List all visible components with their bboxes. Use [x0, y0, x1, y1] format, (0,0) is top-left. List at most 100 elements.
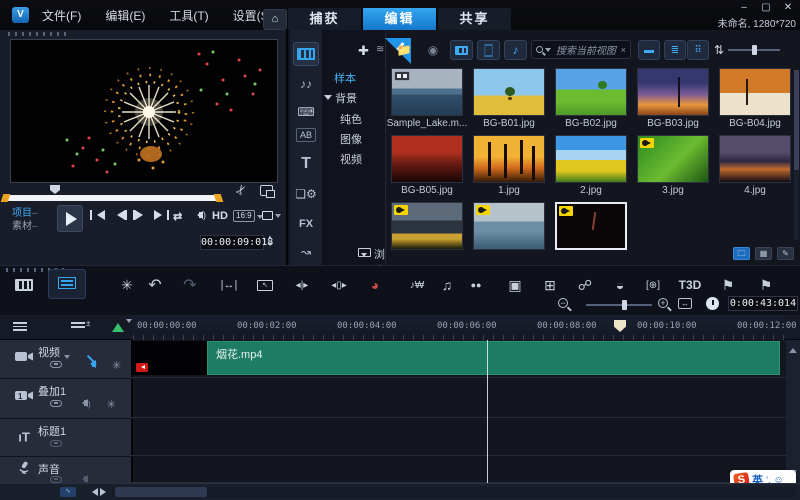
- close-icon[interactable]: ✕: [782, 2, 794, 13]
- zoom-knob[interactable]: [622, 300, 627, 310]
- scroll-right-icon[interactable]: [100, 488, 110, 496]
- sound-mixer-icon[interactable]: ♪₩: [405, 274, 429, 296]
- 360-video-icon[interactable]: [⊕]: [641, 274, 665, 296]
- tree-item-image[interactable]: 图像: [340, 131, 362, 147]
- track-video-content[interactable]: 烟花.mp4: [133, 340, 785, 377]
- library-item[interactable]: [468, 202, 550, 252]
- library-scrollbar[interactable]: [794, 70, 799, 240]
- track-header-voice[interactable]: 声音: [0, 457, 133, 482]
- minimize-icon[interactable]: –: [738, 2, 750, 13]
- split-clip-icon[interactable]: ◂|▸: [290, 274, 314, 296]
- zoom-in-icon[interactable]: +: [658, 298, 668, 308]
- auto-music-icon[interactable]: ♫: [435, 274, 459, 296]
- timeline-vertical-scrollbar[interactable]: [786, 340, 800, 483]
- menu-tools[interactable]: 工具(T): [169, 7, 208, 24]
- 3d-title-editor-icon[interactable]: T3D: [678, 274, 702, 296]
- filter-gallery-icon[interactable]: FX: [293, 212, 319, 236]
- library-item[interactable]: BG-B03.jpg: [632, 68, 714, 129]
- go-end-button[interactable]: [154, 210, 169, 220]
- motion-path-icon[interactable]: ↝: [293, 240, 319, 264]
- show-photos-filter[interactable]: 🀆: [477, 40, 500, 60]
- motion-tracking-icon[interactable]: ☍: [573, 274, 597, 296]
- playhead-line[interactable]: [487, 340, 488, 483]
- track-header-title[interactable]: ıT 标题1: [0, 419, 133, 455]
- enlarge-preview-icon[interactable]: [260, 185, 273, 196]
- record-capture-icon[interactable]: ↖: [253, 274, 277, 296]
- detail-view-button[interactable]: ≣: [664, 40, 686, 60]
- slider-knob[interactable]: [752, 45, 757, 55]
- tree-item-video[interactable]: 视频: [340, 151, 362, 167]
- library-item[interactable]: 3.jpg: [632, 135, 714, 196]
- clip-fireworks[interactable]: 烟花.mp4: [207, 341, 780, 375]
- track-header-overlay[interactable]: 1 叠加1 ) ✳: [0, 379, 133, 417]
- tab-capture[interactable]: 捕获: [288, 8, 361, 30]
- library-item[interactable]: 2.jpg: [550, 135, 632, 196]
- prev-frame-button[interactable]: [112, 210, 127, 220]
- zoom-out-icon[interactable]: −: [558, 298, 568, 308]
- library-item[interactable]: BG-B04.jpg: [714, 68, 796, 129]
- loop-icon[interactable]: ⇄: [173, 210, 182, 223]
- track-voice-content[interactable]: [133, 457, 785, 482]
- show-videos-filter[interactable]: [450, 40, 473, 60]
- preview-video[interactable]: [10, 39, 278, 183]
- instant-project-icon[interactable]: ⌨: [293, 100, 319, 124]
- volume-icon[interactable]: ): [193, 210, 206, 220]
- track-manager-icon[interactable]: [12, 321, 28, 332]
- scroll-up-icon[interactable]: [789, 344, 797, 353]
- library-item[interactable]: BG-B02.jpg: [550, 68, 632, 129]
- mode-clip[interactable]: 素材: [12, 221, 32, 232]
- search-clear-icon[interactable]: ×: [621, 45, 626, 55]
- sort-icon[interactable]: ⇅: [712, 40, 726, 60]
- playhead-flag[interactable]: [614, 320, 626, 332]
- show-audio-filter[interactable]: ♪: [504, 40, 527, 60]
- thumbnail-size-slider[interactable]: [728, 49, 780, 51]
- painting-creator-icon[interactable]: ⚑: [716, 274, 740, 296]
- hscroll-track[interactable]: [112, 487, 796, 497]
- tab-share[interactable]: 共享: [438, 8, 511, 30]
- timecode-spinner[interactable]: ▲▼: [267, 235, 273, 249]
- scroll-left-icon[interactable]: [88, 488, 98, 496]
- project-duration-icon[interactable]: [706, 297, 719, 310]
- scroll-mode-icon[interactable]: ∿: [60, 487, 76, 497]
- library-item[interactable]: [386, 202, 468, 252]
- graphics-gallery-icon[interactable]: ❏⚙: [293, 182, 319, 206]
- tree-item-solid[interactable]: 纯色: [340, 111, 362, 127]
- tree-collapse-icon[interactable]: [324, 95, 332, 104]
- audio-gallery-icon[interactable]: ♪♪: [293, 72, 319, 96]
- track-title-content[interactable]: [133, 419, 785, 455]
- link-clips-icon[interactable]: [50, 359, 70, 372]
- library-item[interactable]: [550, 202, 632, 252]
- mode-project[interactable]: 项目: [12, 208, 32, 219]
- track-header-video[interactable]: 视频 ✳: [0, 340, 133, 377]
- library-item[interactable]: 1.jpg: [468, 135, 550, 196]
- options-panel-icon[interactable]: ▦: [755, 247, 772, 260]
- link-clips-icon[interactable]: [50, 438, 62, 450]
- aspect-ratio-select[interactable]: 16:9: [233, 210, 263, 222]
- next-frame-button[interactable]: [133, 210, 148, 220]
- tools-icon[interactable]: ✳: [115, 274, 139, 296]
- library-item[interactable]: BG-B05.jpg: [386, 135, 468, 196]
- ripple-edit-icon[interactable]: |↔|: [217, 274, 241, 296]
- library-item[interactable]: Sample_Lake.m...: [386, 68, 468, 129]
- clip-black[interactable]: [133, 341, 207, 375]
- color-grading-icon[interactable]: ◕: [363, 274, 387, 296]
- import-folder-icon[interactable]: 📁: [394, 40, 414, 60]
- scrubber-handle[interactable]: [50, 185, 60, 194]
- go-start-button[interactable]: [90, 210, 105, 220]
- preview-timecode[interactable]: 00:00:09:018: [200, 235, 264, 250]
- transition-gallery-icon[interactable]: AB: [296, 128, 316, 142]
- search-input[interactable]: 搜索当前视图 ×: [531, 40, 631, 59]
- timeline-zoom-slider[interactable]: [586, 304, 652, 306]
- hscroll-thumb[interactable]: [115, 487, 207, 497]
- library-panel-toggle-icon[interactable]: 🗀: [733, 247, 750, 260]
- timeline-view-button[interactable]: [48, 269, 86, 299]
- trim-bar[interactable]: [8, 195, 216, 201]
- batch-convert-icon[interactable]: ◂▯▸: [327, 274, 351, 296]
- add-folder-icon[interactable]: ✚: [358, 43, 369, 59]
- ripple-edit-track-icon[interactable]: ✳: [107, 398, 116, 411]
- maximize-icon[interactable]: ▢: [760, 2, 772, 13]
- motion-blur-icon[interactable]: ●●: [464, 274, 488, 296]
- ripple-edit-track-icon[interactable]: ✳: [112, 359, 121, 372]
- capture-frame-button[interactable]: [262, 210, 281, 221]
- screen-recorder-icon[interactable]: ⚑: [754, 274, 778, 296]
